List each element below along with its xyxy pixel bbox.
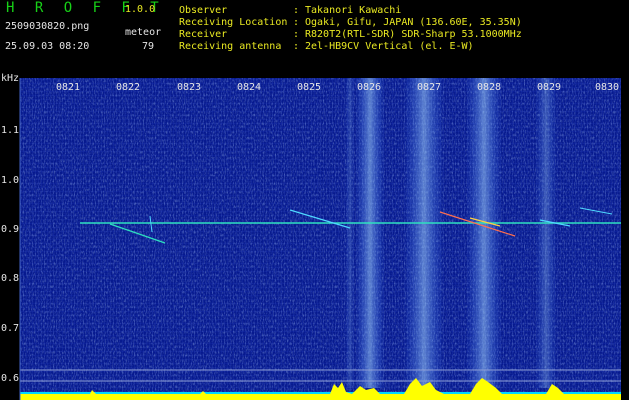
x-tick-label: 0828 xyxy=(477,82,502,93)
x-tick-label: 0830 xyxy=(595,82,620,93)
x-tick-label: 0827 xyxy=(417,82,442,93)
y-tick-label: 0.7 xyxy=(1,323,20,334)
x-tick-label: 0822 xyxy=(116,82,141,93)
noise-texture xyxy=(20,78,621,400)
x-tick-label: 0825 xyxy=(297,82,322,93)
y-tick-label: 1.1 xyxy=(1,125,20,136)
x-tick-label: 0821 xyxy=(56,82,81,93)
y-tick-label: 0.6 xyxy=(1,373,20,384)
x-tick-label: 0829 xyxy=(537,82,562,93)
noise-band xyxy=(355,78,385,388)
y-tick-label: 1.0 xyxy=(1,175,20,186)
spectrogram-overlay xyxy=(19,78,621,400)
y-axis-unit: kHz xyxy=(1,73,20,84)
x-tick-label: 0826 xyxy=(357,82,382,93)
x-tick-label: 0823 xyxy=(177,82,202,93)
noise-band xyxy=(404,78,444,388)
x-tick-label: 0824 xyxy=(237,82,262,93)
noise-band xyxy=(535,78,557,388)
y-tick-label: 0.8 xyxy=(1,273,20,284)
noise-band xyxy=(466,78,502,388)
noise-band xyxy=(345,78,355,388)
y-tick-label: 0.9 xyxy=(1,224,20,235)
